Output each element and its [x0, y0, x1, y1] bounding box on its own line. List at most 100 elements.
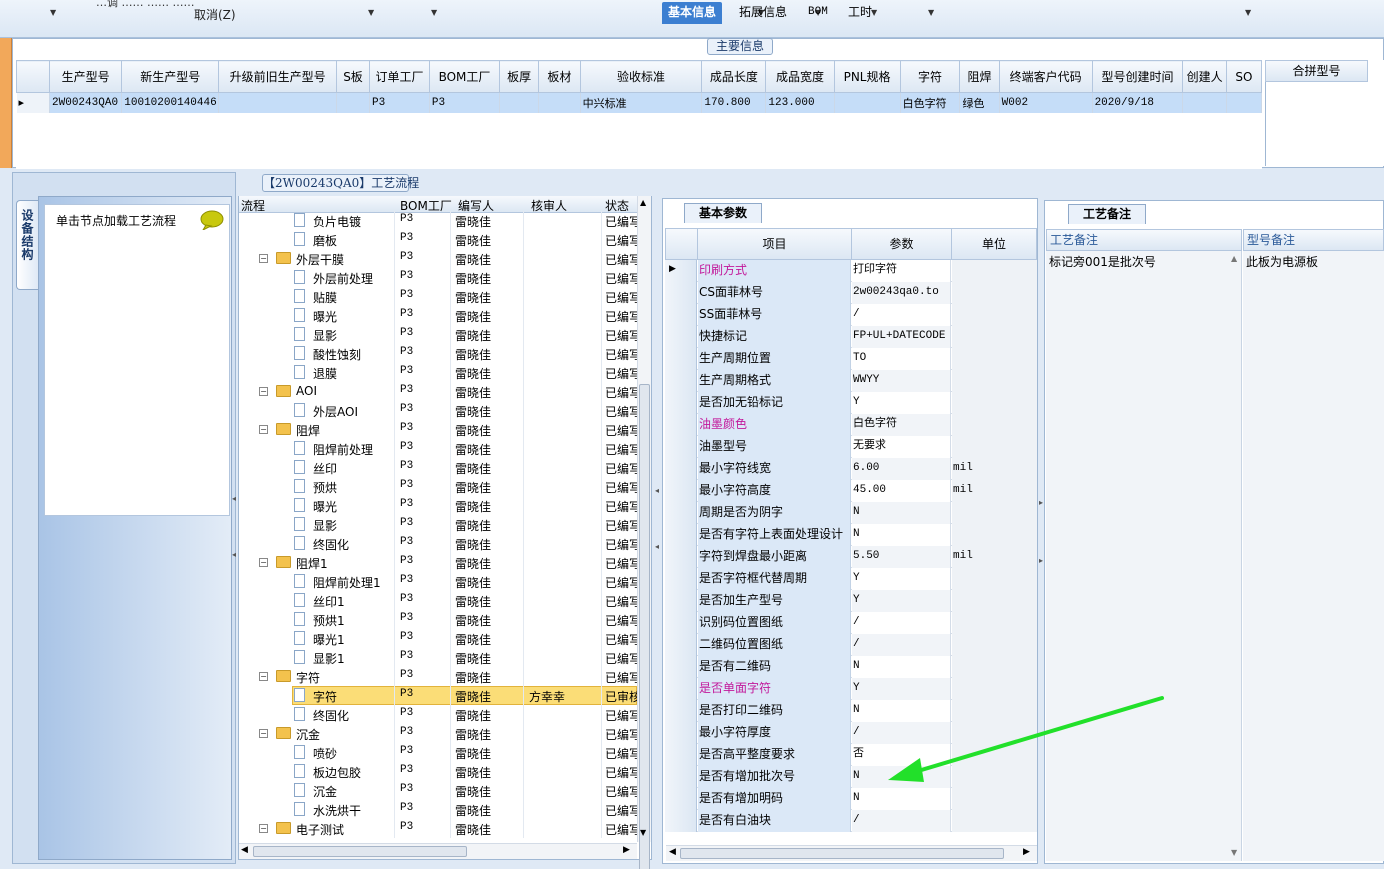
column-header[interactable]: 板材 — [538, 60, 581, 93]
scroll-left-icon[interactable]: ◀ — [241, 845, 248, 855]
grid-cell[interactable]: 中兴标准 — [580, 92, 703, 113]
collapse-left-icon[interactable]: ◂ — [232, 494, 236, 503]
collapse-left-icon[interactable]: ◂ — [655, 486, 659, 495]
params-horizontal-scrollbar[interactable]: ◀ ▶ — [666, 845, 1037, 861]
grid-cell[interactable] — [834, 92, 901, 113]
table-row[interactable]: ▸ 2W00243QA0 10010200140446 P3 P3 中兴标准 170.80… — [16, 92, 1263, 113]
tree-node[interactable]: 酸性蚀刻 P3 雷晓佳 已编写 — [239, 344, 637, 363]
column-header[interactable]: 成品长度 — [701, 60, 767, 93]
grid-cell[interactable] — [1182, 92, 1227, 113]
grid-cell[interactable]: 白色字符 — [900, 92, 961, 113]
tree-node[interactable]: − AOI P3 雷晓佳 已编写 — [239, 382, 637, 401]
scroll-right-icon[interactable]: ▶ — [623, 845, 630, 855]
param-value[interactable]: 6.00 — [852, 458, 951, 480]
expand-toggle-icon[interactable]: − — [259, 558, 268, 567]
tree-node[interactable]: 水洗烘干 P3 雷晓佳 已编写 — [239, 800, 637, 819]
tab-basic-info[interactable]: 基本信息 — [662, 2, 723, 24]
scroll-thumb[interactable] — [253, 846, 467, 857]
param-row[interactable]: 二维码位置图纸 / — [665, 634, 1037, 656]
tree-node[interactable]: 终固化 P3 雷晓佳 已编写 — [239, 534, 637, 553]
param-row[interactable]: CS面菲林号 2w00243qa0.to — [665, 282, 1037, 304]
tree-node[interactable]: 终固化 P3 雷晓佳 已编写 — [239, 705, 637, 724]
tree-node[interactable]: 外层AOI P3 雷晓佳 已编写 — [239, 401, 637, 420]
cancel-menu-item[interactable]: 取消(Z) — [194, 6, 236, 23]
param-row[interactable]: 油墨型号 无要求 — [665, 436, 1037, 458]
tree-node[interactable]: − 沉金 P3 雷晓佳 已编写 — [239, 724, 637, 743]
param-row[interactable]: 油墨颜色 白色字符 — [665, 414, 1037, 436]
tab-process-remarks[interactable]: 工艺备注 — [1068, 204, 1146, 224]
tree-node[interactable]: 贴膜 P3 雷晓佳 已编写 — [239, 287, 637, 306]
tree-node[interactable]: 预烘 P3 雷晓佳 已编写 — [239, 477, 637, 496]
column-header-unit[interactable]: 单位 — [951, 228, 1037, 260]
param-row[interactable]: SS面菲林号 / — [665, 304, 1037, 326]
param-value[interactable]: N — [852, 656, 951, 678]
tree-node[interactable]: − 阻焊 P3 雷晓佳 已编写 — [239, 420, 637, 439]
column-header[interactable]: 板厚 — [499, 60, 540, 93]
tree-node[interactable]: 阻焊前处理1 P3 雷晓佳 已编写 — [239, 572, 637, 591]
chevron-down-icon[interactable]: ▼ — [368, 8, 374, 17]
chevron-down-icon[interactable]: ▼ — [50, 8, 56, 17]
tree-node[interactable]: 字符 P3 雷晓佳 方幸幸 已审核 — [239, 686, 637, 705]
column-header[interactable]: 终端客户代码 — [998, 60, 1093, 93]
param-value[interactable]: / — [852, 634, 951, 656]
collapse-left-icon[interactable]: ◂ — [655, 542, 659, 551]
param-value[interactable]: Y — [852, 568, 951, 590]
grid-cell[interactable]: 123.000 — [765, 92, 835, 113]
tab-basic-params[interactable]: 基本参数 — [684, 203, 762, 223]
scroll-down-icon[interactable]: ▼ — [1231, 848, 1237, 857]
collapse-left-icon[interactable]: ◂ — [232, 550, 236, 559]
expand-toggle-icon[interactable]: − — [259, 425, 268, 434]
param-row[interactable]: 最小字符高度 45.00 mil — [665, 480, 1037, 502]
vertical-tab-equipment-structure[interactable]: 设备结构 — [16, 200, 38, 290]
param-value[interactable]: / — [852, 810, 951, 832]
tree-node[interactable]: 负片电镀 P3 雷晓佳 已编写 — [239, 211, 637, 230]
tree-node[interactable]: 丝印1 P3 雷晓佳 已编写 — [239, 591, 637, 610]
param-row[interactable]: 是否有白油块 / — [665, 810, 1037, 832]
tab-extended-info[interactable]: 拓展信息 — [739, 2, 787, 24]
tree-node[interactable]: 退膜 P3 雷晓佳 已编写 — [239, 363, 637, 382]
param-value[interactable]: N — [852, 502, 951, 524]
tree-node[interactable]: 显影 P3 雷晓佳 已编写 — [239, 325, 637, 344]
param-value[interactable]: N — [852, 788, 951, 810]
column-header[interactable]: 创建人 — [1182, 60, 1227, 93]
param-value[interactable]: Y — [852, 392, 951, 414]
column-header[interactable]: 生产型号 — [49, 60, 123, 93]
tree-node[interactable]: 丝印 P3 雷晓佳 已编写 — [239, 458, 637, 477]
param-value[interactable]: 打印字符 — [852, 260, 951, 282]
tree-node[interactable]: − 阻焊1 P3 雷晓佳 已编写 — [239, 553, 637, 572]
column-header[interactable]: 成品宽度 — [765, 60, 835, 93]
grid-cell[interactable]: 2W00243QA0 — [49, 92, 123, 113]
param-row[interactable]: 生产周期位置 TO — [665, 348, 1037, 370]
grid-cell[interactable]: 2020/9/18 — [1092, 92, 1184, 113]
grid-cell[interactable] — [218, 92, 337, 113]
tree-vertical-scrollbar[interactable]: ▲ ▼ — [637, 196, 651, 869]
column-header[interactable]: BOM工厂 — [428, 60, 501, 93]
column-header[interactable]: 新生产型号 — [121, 60, 220, 93]
scroll-up-icon[interactable]: ▲ — [1231, 254, 1237, 263]
column-header[interactable]: 验收标准 — [579, 60, 703, 93]
scroll-up-icon[interactable]: ▲ — [640, 198, 646, 207]
param-row[interactable]: 是否加无铅标记 Y — [665, 392, 1037, 414]
tree-node[interactable]: 磨板 P3 雷晓佳 已编写 — [239, 230, 637, 249]
grid-cell[interactable]: W002 — [999, 92, 1093, 113]
column-header[interactable]: 阻焊 — [959, 60, 1000, 93]
grid-cell[interactable] — [499, 92, 540, 113]
grid-cell[interactable]: 10010200140446 — [121, 92, 220, 113]
remarks-scrollbar[interactable]: ▲ ▼ — [1229, 254, 1241, 860]
grid-cell[interactable]: P3 — [369, 92, 430, 113]
model-remarks-field[interactable] — [1243, 251, 1384, 861]
param-value[interactable]: WWYY — [852, 370, 951, 392]
grid-cell[interactable]: 170.800 — [701, 92, 767, 113]
collapse-right-icon[interactable]: ▸ — [1039, 556, 1043, 565]
param-value[interactable]: TO — [852, 348, 951, 370]
param-value[interactable]: / — [852, 304, 951, 326]
tab-working-hours[interactable]: 工时 — [848, 2, 872, 24]
grid-cell[interactable] — [336, 92, 371, 113]
param-row[interactable]: 是否有二维码 N — [665, 656, 1037, 678]
param-row[interactable]: 最小字符线宽 6.00 mil — [665, 458, 1037, 480]
column-header[interactable]: S板 — [335, 60, 371, 93]
param-row[interactable]: 识别码位置图纸 / — [665, 612, 1037, 634]
grid-cell[interactable] — [1226, 92, 1263, 113]
param-row[interactable]: 是否有字符上表面处理设计 N — [665, 524, 1037, 546]
param-row[interactable]: 是否有增加明码 N — [665, 788, 1037, 810]
